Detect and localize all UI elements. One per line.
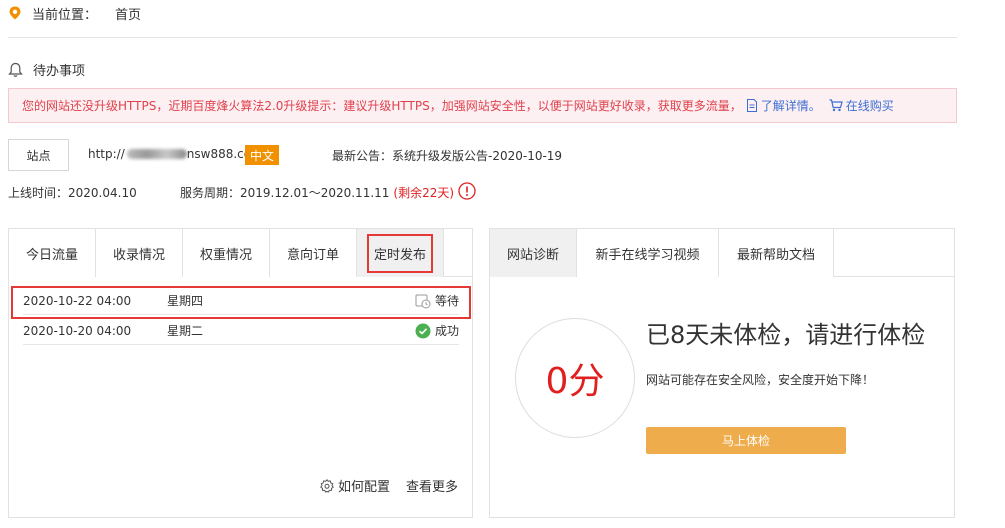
check-now-button[interactable]: 马上体检 [646, 427, 846, 454]
tab-scheduled-publish[interactable]: 定时发布 [357, 229, 444, 277]
row-weekday: 星期二 [167, 324, 204, 338]
gear-icon [320, 478, 334, 493]
site-button[interactable]: 站点 [8, 139, 69, 171]
tab-beginner-videos[interactable]: 新手在线学习视频 [577, 229, 719, 277]
online-date: 上线时间：2020.04.10 [8, 186, 137, 200]
language-badge: 中文 [245, 145, 279, 165]
breadcrumb-home-link[interactable]: 首页 [115, 4, 141, 23]
latest-notice[interactable]: 最新公告：系统升级发版公告-2020-10-19 [332, 147, 562, 164]
remaining-days: (剩余22天) [393, 186, 455, 200]
learn-more-link[interactable]: 了解详情。 [746, 97, 821, 114]
diagnosis-title: 已8天未体检，请进行体检 [646, 321, 926, 349]
check-circle-icon [415, 323, 431, 338]
left-panel: 今日流量 收录情况 权重情况 意向订单 定时发布 2020-10-22 04:0… [8, 228, 473, 518]
score-ring: 0分 [515, 318, 635, 438]
view-more-link[interactable]: 查看更多 [406, 476, 458, 495]
right-tabs: 网站诊断 新手在线学习视频 最新帮助文档 [490, 229, 954, 277]
todo-title: 待办事项 [33, 64, 86, 79]
tab-weight[interactable]: 权重情况 [183, 229, 270, 277]
https-alert: 您的网站还没升级HTTPS，近期百度烽火算法2.0升级提示：建议升级HTTPS，… [8, 88, 957, 123]
breadcrumb-label: 当前位置： [32, 7, 98, 23]
tab-scheduled-publish-label: 定时发布 [366, 233, 433, 273]
tab-help-docs[interactable]: 最新帮助文档 [719, 229, 834, 277]
left-tabs: 今日流量 收录情况 权重情况 意向订单 定时发布 [9, 229, 472, 277]
score-value: 0分 [545, 361, 605, 402]
diagnosis-subtitle: 网站可能存在安全风险，安全度开始下降！ [646, 373, 875, 387]
exclamation-circle-icon[interactable] [458, 182, 476, 200]
redacted-domain [126, 149, 187, 159]
bell-icon [8, 62, 23, 77]
service-period: 服务周期：2019.12.01～2020.11.11 (剩余22天) [180, 186, 455, 200]
document-icon [746, 99, 757, 112]
buy-online-link[interactable]: 在线购买 [829, 97, 894, 114]
cart-icon [829, 99, 843, 112]
divider [8, 37, 957, 38]
left-panel-footer: 如何配置 查看更多 [320, 476, 458, 495]
row-date: 2020-10-20 04:00 [23, 323, 132, 338]
how-to-config-link[interactable]: 如何配置 [320, 476, 390, 495]
right-panel: 网站诊断 新手在线学习视频 最新帮助文档 0分 已8天未体检，请进行体检 网站可… [489, 228, 955, 518]
tab-indexing[interactable]: 收录情况 [96, 229, 183, 277]
list-item[interactable]: 2020-10-20 04:00 星期二 成功 [23, 317, 459, 345]
breadcrumb: 当前位置： 首页 [8, 2, 141, 24]
tab-today-traffic[interactable]: 今日流量 [9, 229, 96, 277]
tab-orders[interactable]: 意向订单 [270, 229, 357, 277]
alert-message: 您的网站还没升级HTTPS，近期百度烽火算法2.0升级提示：建议升级HTTPS，… [22, 99, 742, 113]
tab-site-diagnosis[interactable]: 网站诊断 [490, 229, 577, 277]
row-status: 成功 [415, 322, 459, 339]
highlight-box [11, 286, 471, 319]
location-pin-icon [9, 6, 21, 20]
site-url[interactable]: http:// nsw888.com [88, 147, 263, 161]
todo-header: 待办事项 [8, 60, 85, 79]
